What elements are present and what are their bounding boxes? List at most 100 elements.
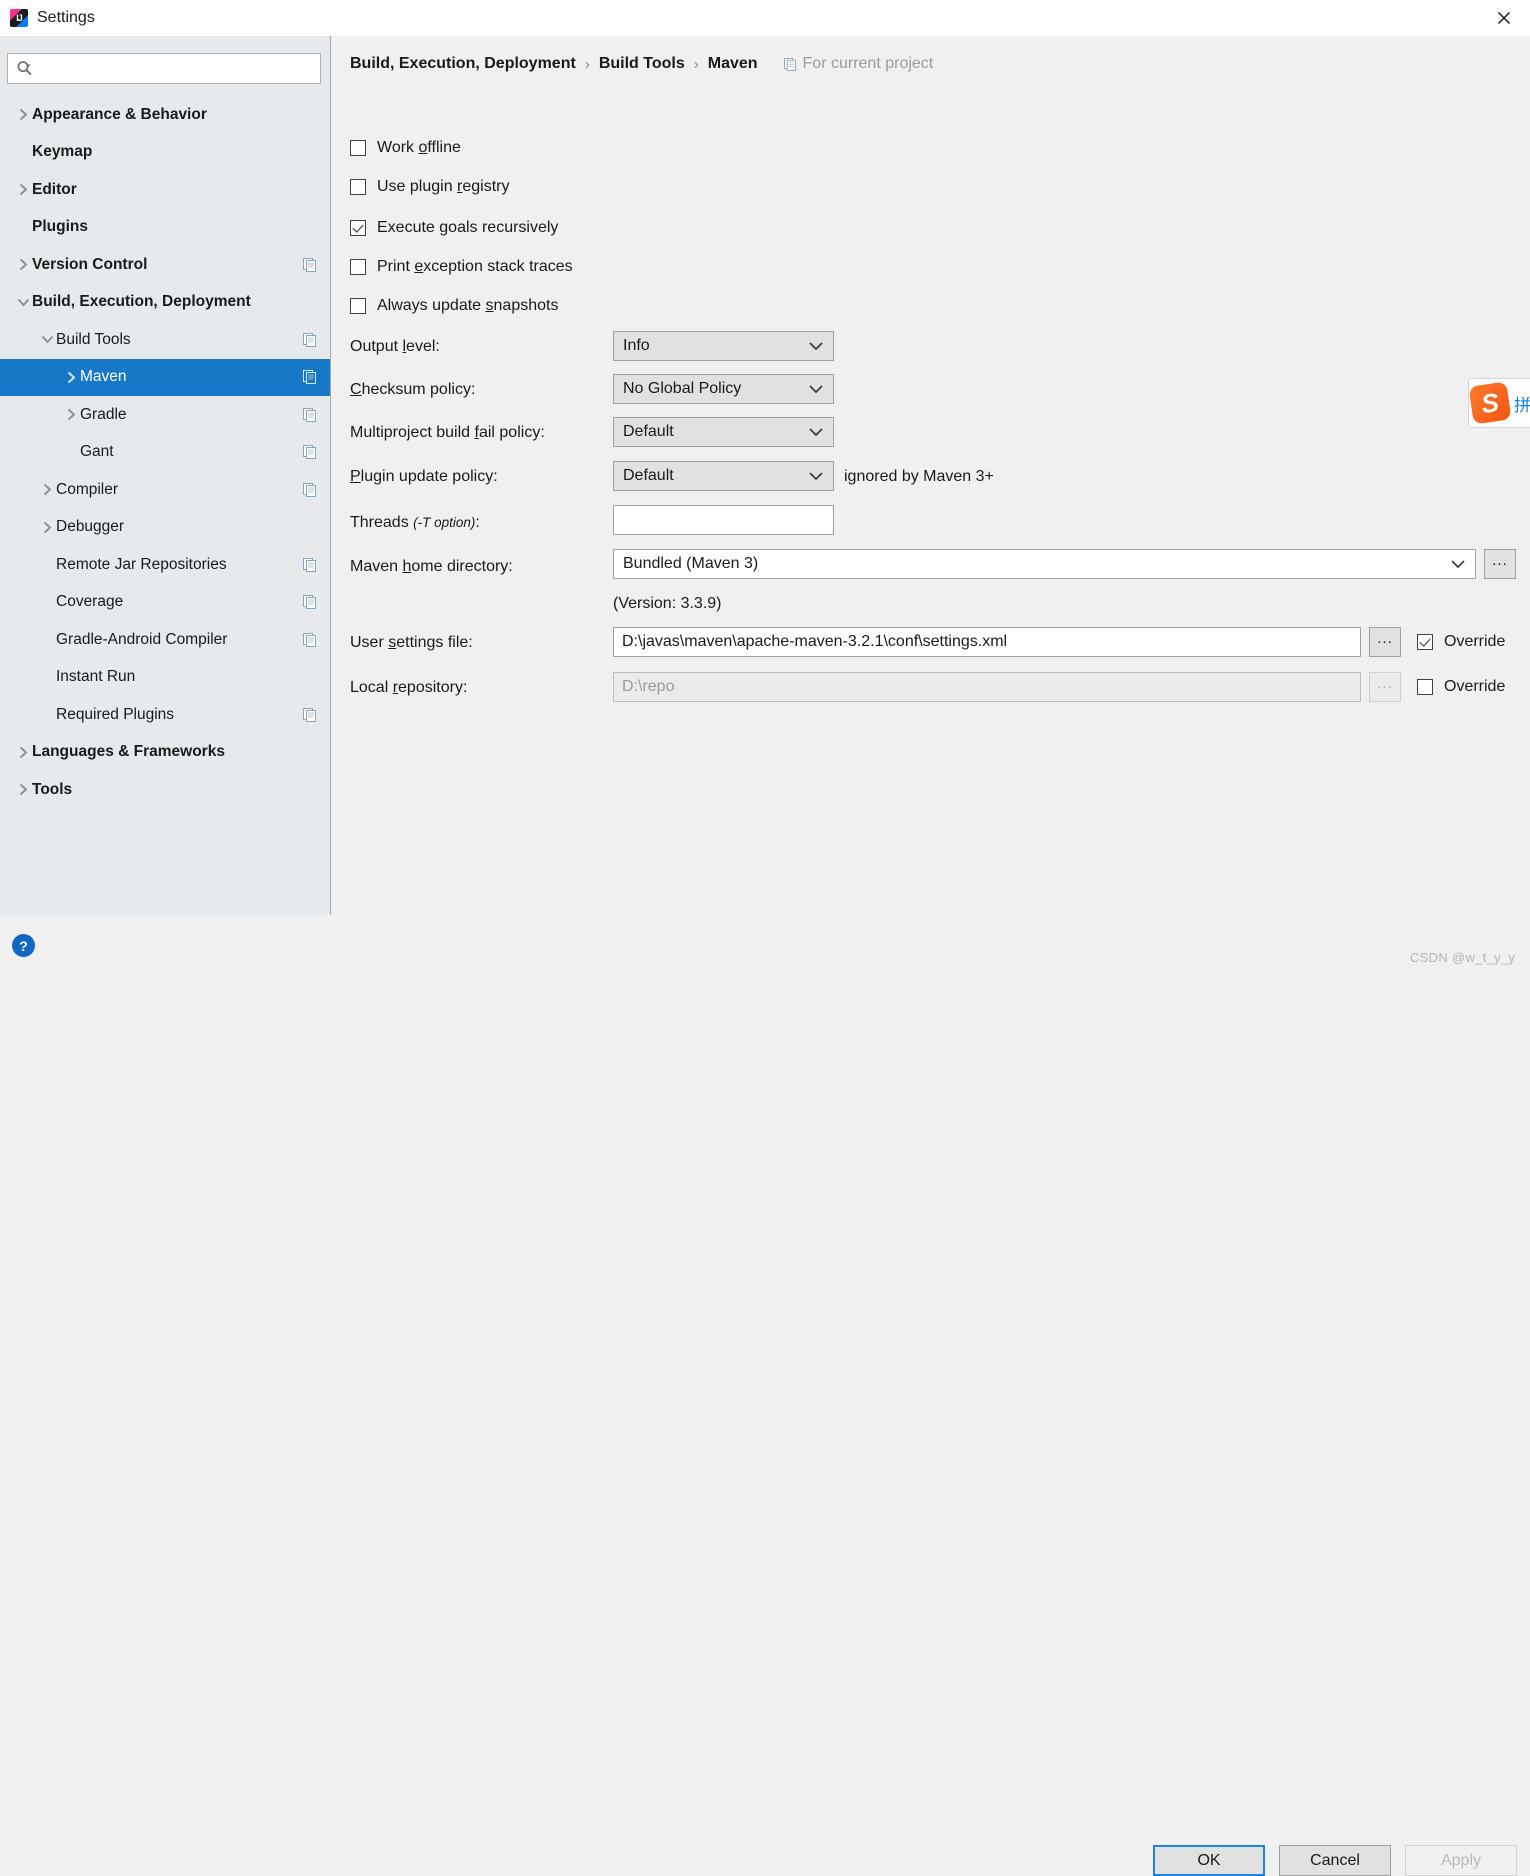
chevron-down-icon [809,471,823,481]
sidebar-item-label: Build, Execution, Deployment [32,293,251,311]
checkbox-use-plugin-registry[interactable] [350,179,366,195]
project-scope-icon [303,445,317,460]
chevron-down-icon[interactable] [38,335,56,344]
title-bar: Settings [0,0,1530,37]
sidebar-item-gant[interactable]: Gant [0,434,330,472]
sidebar-item-remote-jar-repositories[interactable]: Remote Jar Repositories [0,546,330,584]
output-level-dropdown[interactable]: Info [613,331,834,361]
search-input[interactable] [37,59,320,78]
search-icon [16,60,33,77]
sidebar-item-instant-run[interactable]: Instant Run [0,659,330,697]
sidebar-item-build-execution-deployment[interactable]: Build, Execution, Deployment [0,284,330,322]
search-box[interactable] [7,53,321,84]
local-repository-input[interactable]: D:\repo [613,672,1361,702]
checkbox-execute-goals-recursively[interactable] [350,220,366,236]
close-icon[interactable] [1478,0,1530,35]
chevron-right-icon[interactable] [14,783,32,796]
threads-input[interactable] [613,505,834,535]
chevron-right-icon[interactable] [62,408,80,421]
apply-button: Apply [1405,1845,1517,1876]
checkbox-row-execute-goals-recursively[interactable]: Execute goals recursively [350,219,558,237]
sidebar-item-label: Editor [32,180,77,198]
local-repository-label: Local repository: [350,679,468,696]
project-scope-icon [303,557,317,572]
settings-tree: Appearance & Behavior Keymap Editor Plugins… [0,96,330,809]
user-settings-file-override-label: Override [1444,633,1506,650]
breadcrumb-item-build-execution-deployment[interactable]: Build, Execution, Deployment [350,55,576,73]
sogou-mode-label: 拼 [1514,395,1530,415]
user-settings-file-input[interactable]: D:\javas\maven\apache-maven-3.2.1\conf\s… [613,627,1361,657]
breadcrumb-item-maven[interactable]: Maven [708,55,758,73]
multiproject-fail-policy-dropdown[interactable]: Default [613,417,834,447]
sidebar-item-required-plugins[interactable]: Required Plugins [0,696,330,734]
sogou-ime-toolbar[interactable]: S 拼 [1468,378,1530,428]
sidebar-item-label: Maven [80,368,127,386]
user-settings-file-label: User settings file: [350,634,473,651]
sidebar-item-label: Gant [80,443,114,461]
sidebar-item-debugger[interactable]: Debugger [0,509,330,547]
maven-version-note: (Version: 3.3.9) [613,595,722,612]
chevron-right-icon[interactable] [38,521,56,534]
chevron-right-icon[interactable] [14,746,32,759]
sidebar-item-gradle-android-compiler[interactable]: Gradle-Android Compiler [0,621,330,659]
checkbox-row-work-offline[interactable]: Work offline [350,139,461,157]
checkbox-label-print-exception-stack-traces: Print exception stack traces [377,258,573,275]
help-button[interactable]: ? [12,934,35,957]
dialog-footer: ? OK Cancel Apply [0,915,1530,1876]
project-scope-note: For current project [783,55,933,73]
sidebar-item-label: Debugger [56,518,125,536]
sidebar-item-coverage[interactable]: Coverage [0,584,330,622]
chevron-right-icon[interactable] [14,258,32,271]
sidebar-item-appearance-behavior[interactable]: Appearance & Behavior [0,96,330,134]
chevron-down-icon[interactable] [14,298,32,307]
sidebar-item-keymap[interactable]: Keymap [0,134,330,172]
checksum-policy-value: No Global Policy [623,380,742,397]
checkbox-row-print-exception-stack-traces[interactable]: Print exception stack traces [350,258,573,276]
chevron-right-icon[interactable] [14,108,32,121]
sidebar-item-plugins[interactable]: Plugins [0,209,330,247]
chevron-right-icon[interactable] [38,483,56,496]
sidebar-item-maven[interactable]: Maven [0,358,330,396]
local-repository-override-row[interactable]: Override [1417,672,1505,702]
ok-button[interactable]: OK [1153,1845,1265,1876]
maven-home-directory-label: Maven home directory: [350,558,513,575]
plugin-update-policy-label: Plugin update policy: [350,468,498,485]
project-scope-icon [303,332,317,347]
sidebar-item-languages-frameworks[interactable]: Languages & Frameworks [0,734,330,772]
maven-home-directory-dropdown[interactable]: Bundled (Maven 3) [613,549,1476,579]
sidebar-item-label: Plugins [32,218,88,236]
chevron-right-icon[interactable] [62,371,80,384]
sidebar-item-label: Coverage [56,593,124,611]
user-settings-file-override-row[interactable]: Override [1417,627,1505,657]
sidebar-item-build-tools[interactable]: Build Tools [0,321,330,359]
checkbox-print-exception-stack-traces[interactable] [350,259,366,275]
checkbox-work-offline[interactable] [350,140,366,156]
checkbox-row-use-plugin-registry[interactable]: Use plugin registry [350,178,510,196]
sidebar-item-gradle[interactable]: Gradle [0,396,330,434]
checksum-policy-dropdown[interactable]: No Global Policy [613,374,834,404]
sidebar-item-tools[interactable]: Tools [0,771,330,809]
maven-home-browse-button[interactable]: ... [1484,549,1516,579]
sidebar-item-label: Languages & Frameworks [32,743,225,761]
project-scope-icon [303,632,317,647]
checksum-policy-label: Checksum policy: [350,381,476,398]
user-settings-file-browse-button[interactable]: ... [1369,627,1401,657]
sidebar-item-compiler[interactable]: Compiler [0,471,330,509]
window-title: Settings [37,9,95,26]
user-settings-file-override-checkbox[interactable] [1417,634,1433,650]
cancel-button[interactable]: Cancel [1279,1845,1391,1876]
breadcrumb-item-build-tools[interactable]: Build Tools [599,55,685,73]
intellij-idea-icon [10,9,28,27]
checkbox-always-update-snapshots[interactable] [350,298,366,314]
sidebar-item-label: Required Plugins [56,705,175,723]
checkbox-label-work-offline: Work offline [377,139,461,156]
local-repository-override-checkbox[interactable] [1417,679,1433,695]
plugin-update-policy-dropdown[interactable]: Default [613,461,834,491]
sidebar-item-editor[interactable]: Editor [0,171,330,209]
sidebar-item-version-control[interactable]: Version Control [0,246,330,284]
checkbox-row-always-update-snapshots[interactable]: Always update snapshots [350,297,558,315]
sidebar-item-label: Version Control [32,255,148,273]
chevron-right-icon[interactable] [14,183,32,196]
chevron-down-icon [809,341,823,351]
settings-sidebar: Appearance & Behavior Keymap Editor Plugins… [0,36,331,915]
